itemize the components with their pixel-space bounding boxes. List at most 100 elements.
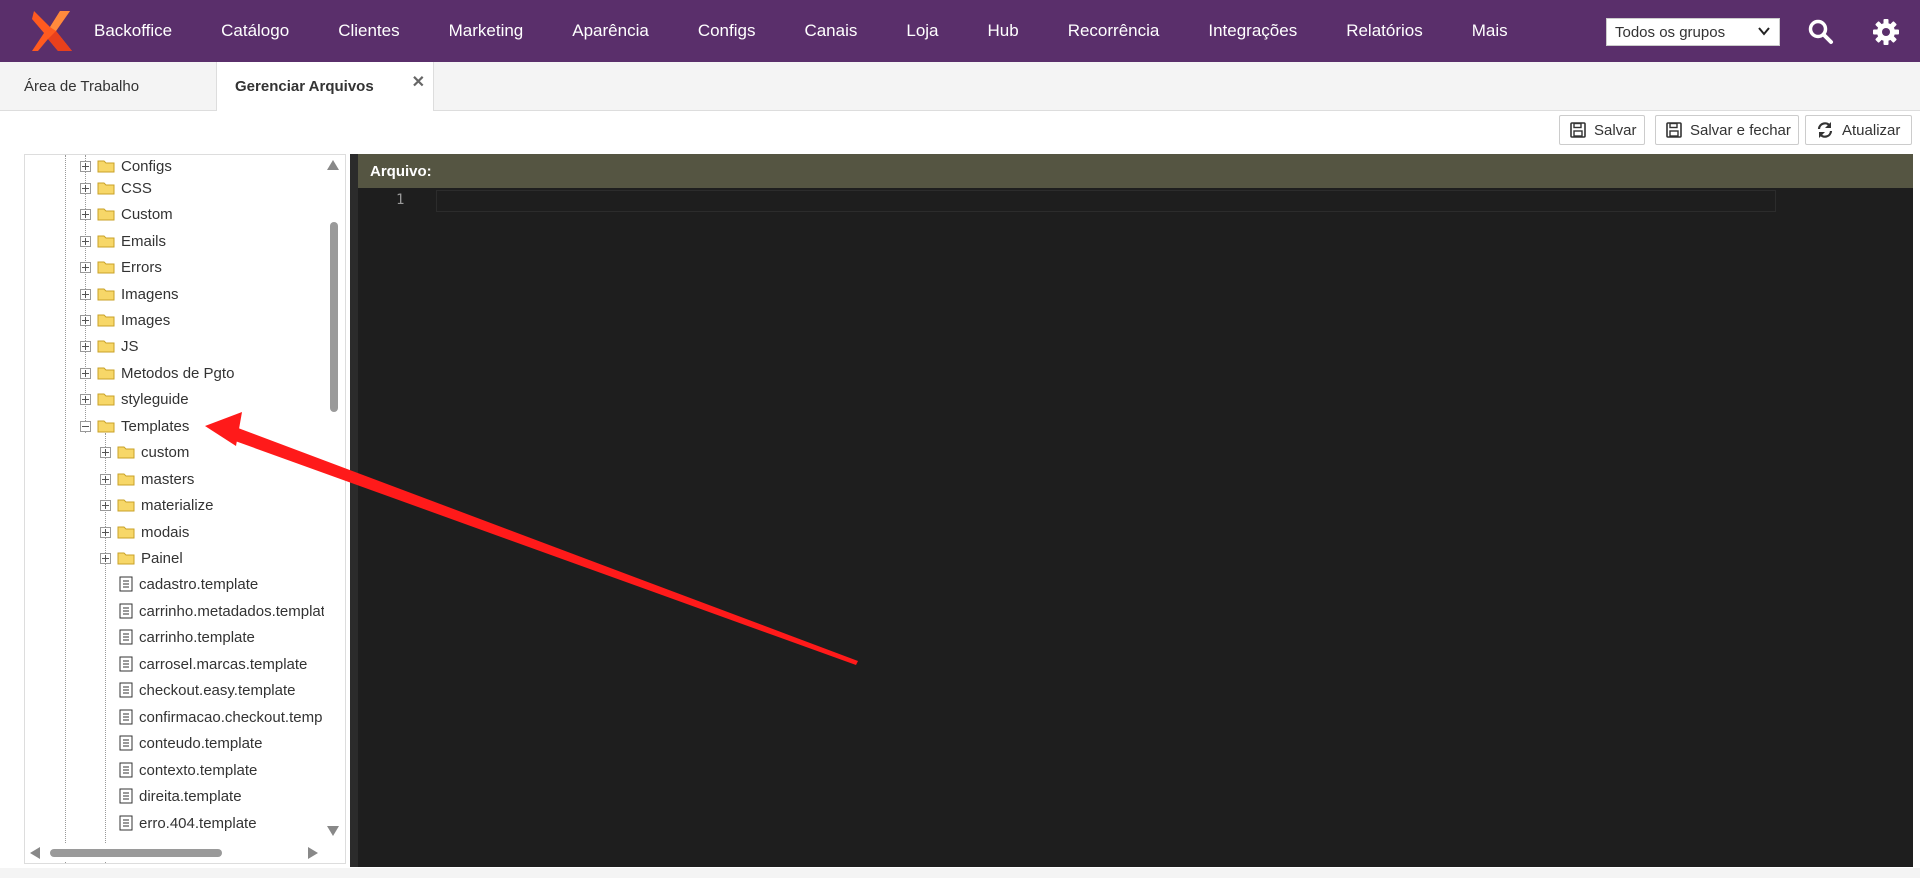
tree-vertical-scrollbar[interactable]: [324, 156, 342, 846]
expand-toggle[interactable]: [80, 393, 91, 405]
tree-folder-label: Images: [121, 311, 171, 329]
folder-icon: [117, 473, 135, 486]
file-icon: [119, 603, 133, 619]
tree-folder-label: modais: [141, 523, 190, 541]
tree-horizontal-scrollbar[interactable]: [26, 844, 326, 862]
nav-backoffice[interactable]: Backoffice: [94, 21, 172, 41]
expand-toggle[interactable]: [100, 473, 111, 485]
expand-toggle[interactable]: [80, 160, 91, 172]
nav-integracoes[interactable]: Integrações: [1208, 21, 1297, 41]
close-icon[interactable]: ✕: [412, 72, 425, 92]
nav-marketing[interactable]: Marketing: [449, 21, 524, 41]
file-icon: [119, 629, 133, 645]
nav-catalogo[interactable]: Catálogo: [221, 21, 289, 41]
tree-file[interactable]: carrinho.metadados.templat: [119, 600, 325, 622]
save-and-close-button[interactable]: Salvar e fechar: [1655, 115, 1799, 145]
folder-icon: [97, 182, 115, 195]
expand-toggle[interactable]: [100, 526, 111, 538]
tree-guide-line: [65, 155, 66, 863]
file-icon: [119, 576, 133, 592]
expand-toggle[interactable]: [100, 552, 111, 564]
nav-loja[interactable]: Loja: [906, 21, 938, 41]
folder-icon: [97, 160, 115, 173]
scroll-up-icon: [327, 160, 339, 170]
tab-area-de-trabalho[interactable]: Área de Trabalho: [24, 62, 139, 110]
tree-folder[interactable]: Images: [80, 309, 170, 331]
nav-relatorios[interactable]: Relatórios: [1346, 21, 1423, 41]
expand-toggle[interactable]: [80, 340, 91, 352]
refresh-button-label: Atualizar: [1842, 121, 1901, 139]
folder-icon: [117, 446, 135, 459]
group-select[interactable]: Todos os grupos: [1606, 18, 1780, 46]
tree-folder-label: Metodos de Pgto: [121, 364, 235, 382]
tree-file[interactable]: contexto.template: [119, 759, 257, 781]
tree-file-label: checkout.easy.template: [139, 681, 296, 699]
save-and-close-label: Salvar e fechar: [1690, 121, 1791, 139]
expand-toggle[interactable]: [80, 208, 91, 220]
tree-folder[interactable]: Painel: [100, 547, 183, 569]
tree-file[interactable]: erro.404.template: [119, 812, 257, 834]
tree-folder[interactable]: Errors: [80, 256, 162, 278]
file-icon: [119, 735, 133, 751]
tree-file[interactable]: carrosel.marcas.template: [119, 653, 307, 675]
tree-folder[interactable]: custom: [100, 441, 189, 463]
nav-hub[interactable]: Hub: [988, 21, 1019, 41]
nav-aparencia[interactable]: Aparência: [572, 21, 649, 41]
expand-toggle[interactable]: [80, 235, 91, 247]
nav-configs[interactable]: Configs: [698, 21, 756, 41]
tree-file[interactable]: conteudo.template: [119, 732, 262, 754]
tree-folder[interactable]: Configs: [80, 155, 172, 177]
expand-toggle[interactable]: [80, 288, 91, 300]
tree-folder[interactable]: Metodos de Pgto: [80, 362, 234, 384]
code-editor[interactable]: Arquivo: 1: [350, 154, 1913, 867]
expand-toggle[interactable]: [80, 367, 91, 379]
folder-icon: [97, 261, 115, 274]
tree-file[interactable]: checkout.easy.template: [119, 679, 295, 701]
editor-header: Arquivo:: [358, 154, 1913, 188]
tree-folder[interactable]: CSS: [80, 177, 152, 199]
tree-file[interactable]: carrinho.template: [119, 626, 255, 648]
tree-folder-label: Configs: [121, 157, 172, 175]
tree-folder-label: CSS: [121, 179, 152, 197]
tree-folder[interactable]: modais: [100, 521, 189, 543]
group-select-value: Todos os grupos: [1615, 23, 1726, 41]
file-icon: [119, 762, 133, 778]
expand-toggle[interactable]: [80, 261, 91, 273]
tab-gerenciar-arquivos[interactable]: Gerenciar Arquivos ✕: [216, 62, 434, 111]
tree-folder-label: masters: [141, 470, 195, 488]
folder-icon: [117, 526, 135, 539]
tree-folder[interactable]: Custom: [80, 203, 173, 225]
tree-file-label: carrosel.marcas.template: [139, 655, 308, 673]
expand-toggle[interactable]: [100, 499, 111, 511]
nav-clientes[interactable]: Clientes: [338, 21, 399, 41]
tree-file-label: carrinho.metadados.templat: [139, 602, 325, 620]
expand-toggle[interactable]: [80, 182, 91, 194]
tree-folder-templates[interactable]: Templates: [80, 415, 189, 437]
tree-folder-label: materialize: [141, 496, 214, 514]
tree-folder-label: Painel: [141, 549, 183, 567]
gear-icon[interactable]: [1872, 18, 1900, 46]
tree-folder[interactable]: materialize: [100, 494, 214, 516]
expand-toggle[interactable]: [100, 446, 111, 458]
nav-recorrencia[interactable]: Recorrência: [1068, 21, 1160, 41]
editor-active-line[interactable]: [436, 190, 1776, 212]
collapse-toggle[interactable]: [80, 420, 91, 432]
expand-toggle[interactable]: [80, 314, 91, 326]
brand-logo-icon[interactable]: [28, 7, 76, 55]
tree-folder[interactable]: styleguide: [80, 388, 189, 410]
tree-folder[interactable]: masters: [100, 468, 194, 490]
tree-file-label: direita.template: [139, 787, 242, 805]
tree-file[interactable]: cadastro.template: [119, 573, 258, 595]
nav-canais[interactable]: Canais: [804, 21, 857, 41]
search-icon[interactable]: [1808, 19, 1834, 45]
line-number: 1: [396, 192, 405, 208]
tree-file[interactable]: confirmacao.checkout.temp: [119, 706, 322, 728]
tree-folder[interactable]: JS: [80, 335, 139, 357]
tree-folder[interactable]: Emails: [80, 230, 166, 252]
nav-mais[interactable]: Mais: [1472, 21, 1508, 41]
refresh-button[interactable]: Atualizar: [1805, 115, 1912, 145]
save-button[interactable]: Salvar: [1559, 115, 1645, 145]
tree-folder[interactable]: Imagens: [80, 283, 179, 305]
folder-icon: [97, 393, 115, 406]
tree-file[interactable]: direita.template: [119, 785, 242, 807]
